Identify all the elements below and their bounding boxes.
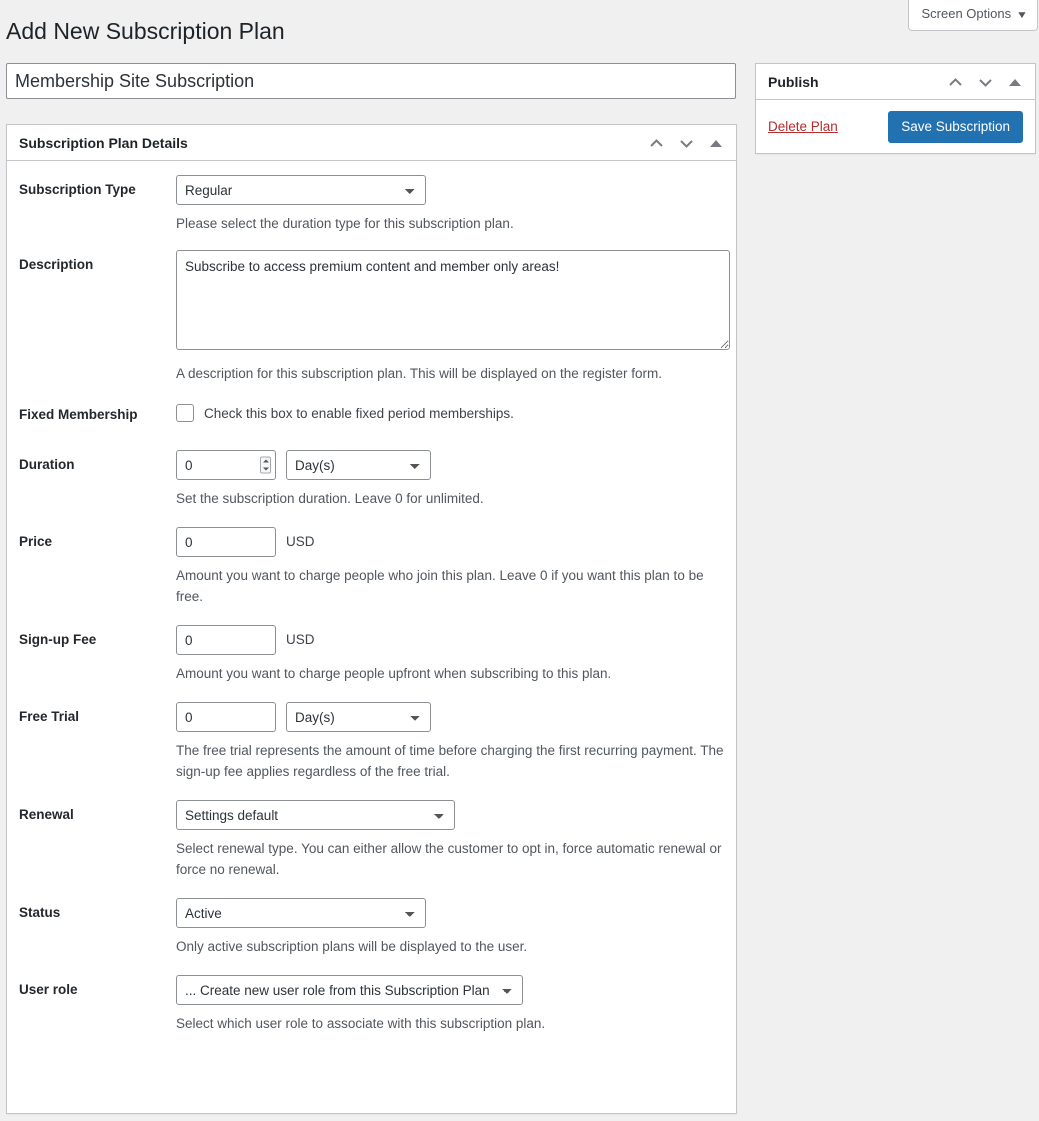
screen-options-label: Screen Options: [921, 6, 1012, 21]
field-row-signup-fee: Sign-up Fee USD Amount you want to charg…: [7, 625, 736, 684]
signup-fee-currency-label: USD: [286, 632, 315, 647]
renewal-control: Settings default Select renewal type. Yo…: [176, 800, 724, 880]
status-description: Only active subscription plans will be d…: [176, 939, 528, 954]
field-row-fixed-membership: Fixed Membership Check this box to enabl…: [7, 400, 736, 424]
plan-title-input[interactable]: [6, 63, 736, 99]
order-higher-icon[interactable]: [941, 67, 969, 97]
subscription-plan-details-metabox: Subscription Plan Details Subscription T…: [6, 124, 737, 1114]
description-label: Description: [19, 257, 94, 272]
wp-admin-screen: Screen Options ▼ Add New Subscription Pla…: [0, 0, 1039, 1121]
field-row-duration: Duration Day(s) Set the subscription dur…: [7, 450, 736, 509]
status-label: Status: [19, 905, 61, 920]
duration-control: Day(s) Set the subscription duration. Le…: [176, 450, 724, 509]
free-trial-input[interactable]: [176, 702, 276, 732]
subscription-type-select[interactable]: Regular: [176, 175, 426, 205]
user-role-description: Select which user role to associate with…: [176, 1016, 546, 1031]
subscription-type-label: Subscription Type: [19, 182, 136, 197]
duration-period-select[interactable]: Day(s): [286, 450, 431, 480]
description-description: A description for this subscription plan…: [176, 366, 662, 381]
free-trial-period-select[interactable]: Day(s): [286, 702, 431, 732]
publish-header: Publish: [756, 64, 1035, 100]
user-role-control: ... Create new user role from this Subsc…: [176, 975, 724, 1034]
signup-fee-control: USD Amount you want to charge people upf…: [176, 625, 724, 684]
fixed-membership-label: Fixed Membership: [19, 407, 138, 422]
price-currency-label: USD: [286, 534, 315, 549]
free-trial-label: Free Trial: [19, 709, 80, 724]
delete-plan-link[interactable]: Delete Plan: [768, 119, 838, 134]
field-row-subscription-type: Subscription Type Regular Please select …: [7, 175, 736, 234]
publish-handle-actions: [941, 64, 1029, 100]
chevron-down-icon: ▼: [1015, 10, 1029, 21]
user-role-select[interactable]: ... Create new user role from this Subsc…: [176, 975, 523, 1005]
signup-fee-input[interactable]: [176, 625, 276, 655]
signup-fee-label: Sign-up Fee: [19, 632, 97, 647]
field-row-description: Description Subscribe to access premium …: [7, 250, 736, 384]
description-textarea[interactable]: Subscribe to access premium content and …: [176, 250, 730, 350]
metabox-title: Subscription Plan Details: [19, 134, 188, 151]
field-row-price: Price USD Amount you want to charge peop…: [7, 527, 736, 607]
fixed-membership-checkbox[interactable]: [176, 404, 194, 422]
signup-fee-description: Amount you want to charge people upfront…: [176, 666, 612, 681]
user-role-label: User role: [19, 982, 78, 997]
renewal-label: Renewal: [19, 807, 74, 822]
publish-body: Delete Plan Save Subscription: [756, 100, 1035, 153]
price-label: Price: [19, 534, 53, 549]
renewal-select[interactable]: Settings default: [176, 800, 455, 830]
subscription-type-control: Regular Please select the duration type …: [176, 175, 724, 234]
toggle-panel-icon[interactable]: [1001, 67, 1029, 97]
metabox-body: Subscription Type Regular Please select …: [7, 161, 736, 1034]
duration-number-wrapper: [176, 450, 276, 480]
order-higher-icon[interactable]: [642, 128, 670, 158]
field-row-free-trial: Free Trial Day(s) The free trial represe…: [7, 702, 736, 782]
duration-description: Set the subscription duration. Leave 0 f…: [176, 491, 484, 506]
metabox-header: Subscription Plan Details: [7, 125, 736, 161]
price-input[interactable]: [176, 527, 276, 557]
renewal-description: Select renewal type. You can either allo…: [176, 841, 722, 877]
status-select[interactable]: Active: [176, 898, 426, 928]
status-control: Active Only active subscription plans wi…: [176, 898, 724, 957]
free-trial-control: Day(s) The free trial represents the amo…: [176, 702, 724, 782]
toggle-panel-icon[interactable]: [702, 128, 730, 158]
duration-label: Duration: [19, 457, 75, 472]
subscription-type-description: Please select the duration type for this…: [176, 216, 514, 231]
duration-spinner[interactable]: [260, 456, 271, 474]
screen-options-tab[interactable]: Screen Options ▼: [908, 0, 1038, 31]
field-row-status: Status Active Only active subscription p…: [7, 898, 736, 957]
order-lower-icon[interactable]: [971, 67, 999, 97]
order-lower-icon[interactable]: [672, 128, 700, 158]
field-row-renewal: Renewal Settings default Select renewal …: [7, 800, 736, 880]
metabox-handle-actions: [642, 125, 730, 161]
price-description: Amount you want to charge people who joi…: [176, 568, 704, 604]
save-subscription-button[interactable]: Save Subscription: [888, 110, 1023, 143]
fixed-membership-checkbox-label: Check this box to enable fixed period me…: [204, 405, 514, 421]
fixed-membership-control: Check this box to enable fixed period me…: [176, 400, 724, 424]
field-row-user-role: User role ... Create new user role from …: [7, 975, 736, 1034]
page-title: Add New Subscription Plan: [6, 18, 285, 44]
publish-metabox: Publish Delete Plan Save Subscription: [755, 63, 1036, 154]
price-control: USD Amount you want to charge people who…: [176, 527, 724, 607]
title-input-wrapper: [6, 63, 736, 99]
description-control: Subscribe to access premium content and …: [176, 250, 730, 384]
publish-title: Publish: [768, 73, 819, 90]
free-trial-description: The free trial represents the amount of …: [176, 743, 724, 779]
